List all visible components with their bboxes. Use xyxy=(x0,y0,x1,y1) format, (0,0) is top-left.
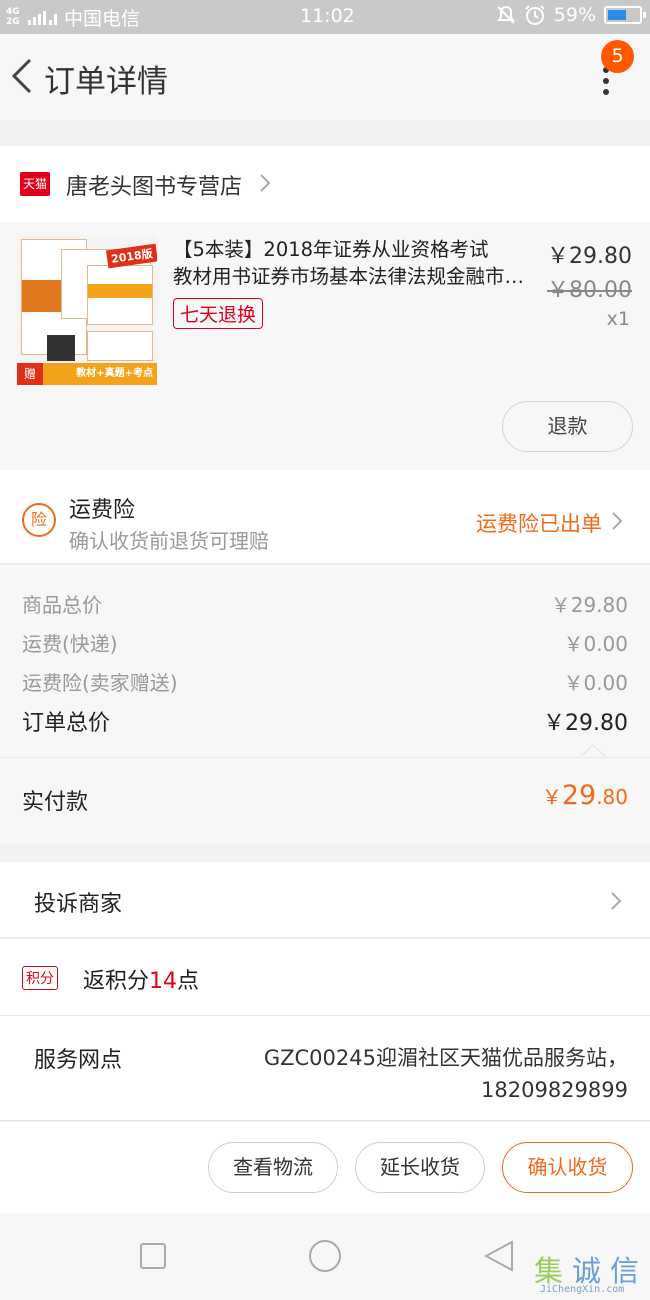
paid-label: 实付款 xyxy=(22,790,89,815)
return-policy-tag: 七天退换 xyxy=(173,298,264,329)
original-price: ￥80.00 xyxy=(547,278,632,303)
extend-receipt-button[interactable]: 延长收货 xyxy=(355,1142,485,1193)
phone-image xyxy=(47,335,75,361)
watermark-url: JiChengXin.com xyxy=(540,1284,625,1295)
quantity: x1 xyxy=(606,308,630,330)
signal-icon xyxy=(28,11,57,25)
order-total-label: 订单总价 xyxy=(22,711,111,736)
store-row[interactable]: 天猫 唐老头图书专营店 xyxy=(0,146,650,222)
order-total-row: 订单总价 ￥29.80 xyxy=(22,705,628,737)
fee-row: 商品总价 ￥29.80 xyxy=(22,589,628,618)
battery-icon xyxy=(604,6,646,24)
view-logistics-button[interactable]: 查看物流 xyxy=(208,1142,338,1193)
product-thumbnail[interactable]: 2018版 教材+真题+考点 赠 xyxy=(17,235,157,385)
store-name[interactable]: 唐老头图书专营店 xyxy=(66,169,242,201)
points-badge: 积分 xyxy=(22,966,58,990)
confirm-receipt-button[interactable]: 确认收货 xyxy=(502,1142,633,1193)
recent-apps-icon[interactable] xyxy=(140,1243,166,1269)
service-label: 服务网点 xyxy=(34,1048,123,1073)
alarm-icon xyxy=(525,5,545,25)
carrier-name: 中国电信 xyxy=(64,7,141,30)
fee-label: 运费(快递) xyxy=(22,632,118,656)
fee-row: 运费险(卖家赠送) ￥0.00 xyxy=(22,667,628,696)
caret-up-icon xyxy=(580,744,606,757)
battery-percent: 59% xyxy=(553,4,596,26)
product-title[interactable]: 【5本装】2018年证券从业资格考试 教材用书证券市场基本法律法规金融市场基础知… xyxy=(173,236,543,290)
tmall-logo: 天猫 xyxy=(20,172,50,196)
back-arrow-icon[interactable] xyxy=(10,56,34,96)
complain-label: 投诉商家 xyxy=(34,892,123,917)
insurance-subtitle: 确认收货前退货可理赔 xyxy=(69,529,269,553)
order-total-value: ￥29.80 xyxy=(543,711,628,736)
insurance-status[interactable]: 运费险已出单 xyxy=(476,508,602,538)
fee-value: ￥0.00 xyxy=(563,671,628,695)
book-cover-image xyxy=(87,331,153,361)
notification-badge[interactable]: 5 xyxy=(601,40,634,73)
shipping-insurance-row[interactable]: 险 运费险 确认收货前退货可理赔 运费险已出单 xyxy=(0,470,650,564)
gift-tag: 赠 xyxy=(17,363,43,385)
page-title: 订单详情 xyxy=(44,64,168,100)
product-card[interactable]: 2018版 教材+真题+考点 赠 【5本装】2018年证券从业资格考试 教材用书… xyxy=(0,222,650,470)
back-triangle-icon[interactable] xyxy=(482,1239,516,1273)
clock: 11:02 xyxy=(300,5,355,27)
points-text: 返积分14点 xyxy=(83,969,200,994)
complain-merchant-row[interactable]: 投诉商家 xyxy=(0,862,650,938)
chevron-right-icon xyxy=(612,512,623,530)
refund-button[interactable]: 退款 xyxy=(502,401,633,452)
insurance-title: 运费险 xyxy=(69,498,136,523)
paid-amount: ￥29.80 xyxy=(541,780,628,811)
home-icon[interactable] xyxy=(308,1239,342,1273)
paid-amount-row: 实付款 ￥29.80 xyxy=(0,757,650,844)
fee-label: 运费险(卖家赠送) xyxy=(22,671,178,695)
fee-row: 运费(快递) ￥0.00 xyxy=(22,628,628,657)
network-type: 4G 2G xyxy=(6,7,20,27)
points-row: 积分 返积分14点 xyxy=(0,939,650,1016)
fee-value: ￥29.80 xyxy=(550,593,628,617)
status-bar: 4G 2G 中国电信 11:02 59% xyxy=(0,0,650,34)
service-value: GZC00245迎湄社区天猫优品服务站， 18209829899 xyxy=(263,1046,628,1102)
service-point-row: 服务网点 GZC00245迎湄社区天猫优品服务站， 18209829899 xyxy=(0,1016,650,1121)
watermark-logo: 集 诚 信 JiChengXin.com xyxy=(532,1248,650,1300)
fee-label: 商品总价 xyxy=(22,593,102,617)
action-bar: 查看物流 延长收货 确认收货 xyxy=(0,1122,650,1213)
price-breakdown: 商品总价 ￥29.80 运费(快递) ￥0.00 运费险(卖家赠送) ￥0.00… xyxy=(0,565,650,757)
product-price: ￥29.80 xyxy=(547,244,632,269)
mute-bell-icon xyxy=(496,5,515,24)
page-header: 订单详情 5 xyxy=(0,34,650,120)
book-cover-image xyxy=(87,265,153,325)
chevron-right-icon xyxy=(611,892,622,910)
fee-value: ￥0.00 xyxy=(563,632,628,656)
chevron-right-icon xyxy=(260,174,271,192)
insurance-icon: 险 xyxy=(22,503,56,537)
